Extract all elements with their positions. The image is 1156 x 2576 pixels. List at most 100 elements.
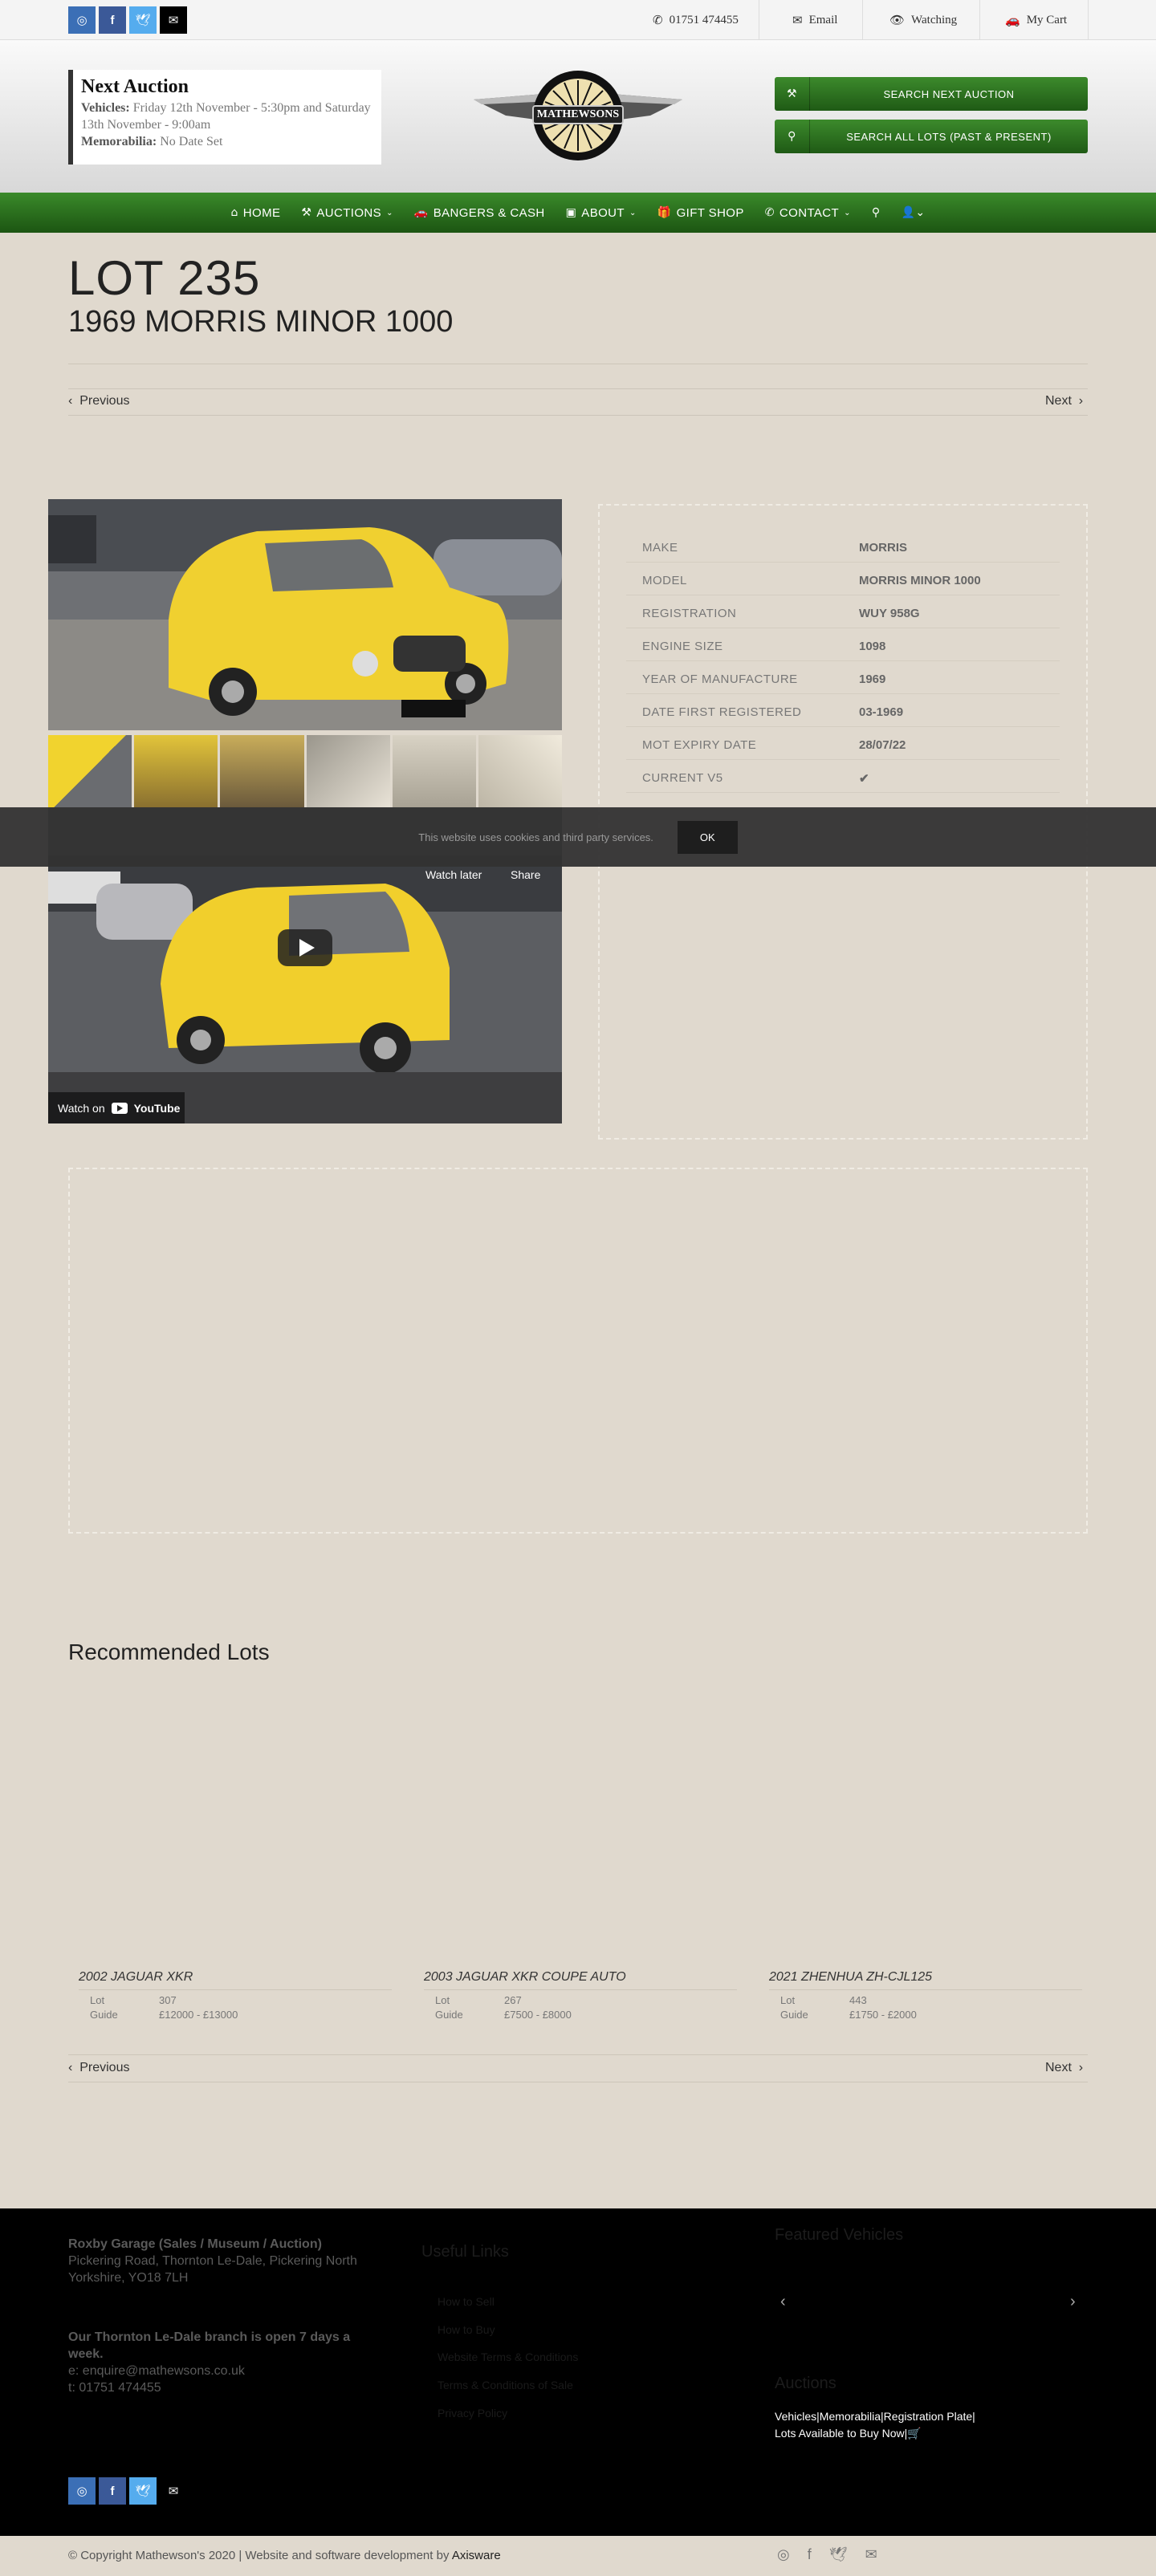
footer-email[interactable]: e: enquire@mathewsons.co.uk bbox=[68, 2363, 245, 2379]
spec-row: REGISTRATION WUY 958G bbox=[626, 595, 1060, 628]
spec-value: ✔ bbox=[859, 772, 869, 786]
watch-on-youtube-button[interactable]: Watch on YouTube bbox=[48, 1092, 185, 1123]
cookie-text: This website uses cookies and third part… bbox=[418, 831, 653, 843]
recommended-lot-title[interactable]: 2021 ZHENHUA ZH-CJL125 bbox=[769, 1970, 1082, 1990]
nav-contact[interactable]: ✆ CONTACT ⌄ bbox=[765, 206, 851, 220]
spec-row: MAKE MORRIS bbox=[626, 530, 1060, 563]
footer-link[interactable]: Privacy Policy bbox=[438, 2407, 507, 2420]
search-icon: ⚲ bbox=[775, 120, 810, 153]
next-auction-title: Next Auction bbox=[81, 76, 189, 97]
cart-icon: 🛒 bbox=[907, 2428, 922, 2440]
nav-auctions[interactable]: ⚒ AUCTIONS ⌄ bbox=[301, 206, 393, 220]
instagram-icon[interactable]: ◎ bbox=[68, 6, 96, 34]
spec-row: MODEL MORRIS MINOR 1000 bbox=[626, 563, 1060, 595]
twitter-icon[interactable]: 🕊 bbox=[129, 2477, 157, 2505]
footer-link[interactable]: How to Sell bbox=[438, 2295, 495, 2308]
eye-icon: 👁 bbox=[889, 13, 906, 27]
auctions-heading: Auctions bbox=[775, 2375, 836, 2392]
car-icon: 🚗 bbox=[1005, 13, 1020, 27]
spec-key: MOT EXPIRY DATE bbox=[642, 738, 757, 752]
footer-address: Pickering Road, Thornton Le-Dale, Picker… bbox=[68, 2254, 357, 2285]
thumbnail-image[interactable] bbox=[392, 735, 476, 807]
twitter-icon[interactable]: 🕊 bbox=[829, 2546, 848, 2563]
nav-bangers-cash[interactable]: 🚗 BANGERS & CASH bbox=[414, 206, 545, 220]
main-car-image[interactable] bbox=[48, 499, 562, 730]
spec-value: 28/07/22 bbox=[859, 738, 906, 752]
spec-row: YEAR OF MANUFACTURE 1969 bbox=[626, 661, 1060, 694]
auction-links[interactable]: Vehicles|Memorabilia|Registration Plate| bbox=[775, 2408, 975, 2425]
facebook-icon[interactable]: f bbox=[99, 2477, 126, 2505]
nav-gift-shop[interactable]: 🎁 GIFT SHOP bbox=[657, 206, 744, 220]
thumbnail-image[interactable] bbox=[478, 735, 563, 807]
car-icon: 🚗 bbox=[413, 206, 429, 219]
footer-link[interactable]: Terms & Conditions of Sale bbox=[438, 2379, 573, 2391]
recommended-lot-card[interactable]: 2002 JAGUAR XKR Lot 307 Guide £12000 - £13… bbox=[79, 1970, 392, 2022]
carousel-prev-icon[interactable]: ‹ bbox=[780, 2294, 786, 2310]
instagram-icon[interactable]: ◎ bbox=[777, 2546, 790, 2563]
facebook-icon[interactable]: f bbox=[808, 2546, 812, 2563]
spec-row: ENGINE SIZE 1098 bbox=[626, 628, 1060, 661]
phone-link[interactable]: ✆ 01751 474455 bbox=[653, 0, 739, 40]
watching-link[interactable]: 👁 Watching bbox=[889, 0, 957, 40]
previous-lot-link[interactable]: ‹ Previous bbox=[68, 394, 129, 408]
chevron-down-icon: ⌄ bbox=[844, 208, 851, 217]
next-lot-link-bottom[interactable]: Next › bbox=[1045, 2061, 1083, 2075]
next-lot-link[interactable]: Next › bbox=[1045, 394, 1083, 408]
featured-vehicles-heading: Featured Vehicles bbox=[775, 2226, 904, 2244]
nav-about[interactable]: ▣ ABOUT ⌄ bbox=[566, 206, 637, 220]
cookie-ok-button[interactable]: OK bbox=[677, 820, 738, 854]
buy-now-links[interactable]: Lots Available to Buy Now|🛒 bbox=[775, 2425, 922, 2443]
watch-later-button[interactable]: Watch later bbox=[425, 868, 482, 881]
nav-user-icon[interactable]: 👤⌄ bbox=[902, 206, 926, 219]
twitter-icon[interactable]: 🕊 bbox=[129, 6, 157, 34]
thumbnail-image[interactable] bbox=[134, 735, 218, 807]
mathewsons-logo[interactable]: MATHEWSONS bbox=[474, 69, 682, 162]
chevron-left-icon: ‹ bbox=[68, 2061, 73, 2074]
copyright-text: © Copyright Mathewson's 2020 | Website a… bbox=[68, 2549, 450, 2562]
search-next-auction-button[interactable]: ⚒ SEARCH NEXT AUCTION bbox=[775, 77, 1088, 111]
thumbnail-image[interactable] bbox=[306, 735, 390, 807]
thumbnail-image[interactable] bbox=[48, 735, 132, 807]
share-button[interactable]: Share bbox=[511, 868, 540, 881]
email-icon[interactable]: ✉ bbox=[160, 2477, 187, 2505]
instagram-icon[interactable]: ◎ bbox=[68, 2477, 96, 2505]
nav-home[interactable]: ⌂ HOME bbox=[230, 206, 280, 220]
home-icon: ⌂ bbox=[230, 206, 238, 219]
footer-phone[interactable]: t: 01751 474455 bbox=[68, 2379, 161, 2396]
spec-row: DATE FIRST REGISTERED 03-1969 bbox=[626, 694, 1060, 727]
logo-text: MATHEWSONS bbox=[536, 108, 620, 120]
search-all-lots-button[interactable]: ⚲ SEARCH ALL LOTS (PAST & PRESENT) bbox=[775, 120, 1088, 153]
axisware-link[interactable]: Axisware bbox=[452, 2549, 501, 2562]
useful-links-heading: Useful Links bbox=[421, 2243, 509, 2261]
footer-link[interactable]: How to Buy bbox=[438, 2323, 495, 2336]
memorabilia-label: Memorabilia: bbox=[81, 135, 157, 148]
nav-search-icon[interactable]: ⚲ bbox=[872, 206, 881, 219]
carousel-next-icon[interactable]: › bbox=[1070, 2294, 1076, 2310]
gavel-icon: ⚒ bbox=[301, 206, 312, 219]
cart-link[interactable]: 🚗 My Cart bbox=[1005, 0, 1067, 40]
spec-value: MORRIS bbox=[859, 541, 907, 555]
facebook-icon[interactable]: f bbox=[99, 6, 126, 34]
recommended-lot-card[interactable]: 2003 JAGUAR XKR COUPE AUTO Lot 267 Guide £… bbox=[424, 1970, 737, 2022]
spec-row: CURRENT V5 ✔ bbox=[626, 760, 1060, 793]
description-panel bbox=[68, 1168, 1088, 1534]
youtube-icon bbox=[111, 1102, 128, 1114]
recommended-lot-title[interactable]: 2002 JAGUAR XKR bbox=[79, 1970, 392, 1990]
top-bar: ◎ f 🕊 ✉ ✆ 01751 474455 ✉ Email 👁 Watching 🚗… bbox=[0, 0, 1156, 40]
recommended-lot-card[interactable]: 2021 ZHENHUA ZH-CJL125 Lot 443 Guide £1750… bbox=[769, 1970, 1082, 2022]
vehicles-label: Vehicles: bbox=[81, 101, 130, 115]
previous-lot-link-bottom[interactable]: ‹ Previous bbox=[68, 2061, 129, 2075]
phone-icon: ✆ bbox=[653, 13, 663, 27]
spec-row: MOT EXPIRY DATE 28/07/22 bbox=[626, 727, 1060, 760]
email-icon[interactable]: ✉ bbox=[160, 6, 187, 34]
chevron-left-icon: ‹ bbox=[68, 394, 73, 408]
email-link[interactable]: ✉ Email bbox=[792, 0, 837, 40]
envelope-icon: ✉ bbox=[792, 13, 803, 27]
thumbnail-image[interactable] bbox=[220, 735, 304, 807]
recommended-lot-title[interactable]: 2003 JAGUAR XKR COUPE AUTO bbox=[424, 1970, 737, 1990]
footer-link[interactable]: Website Terms & Conditions bbox=[438, 2350, 578, 2363]
lot-number: LOT 235 bbox=[68, 251, 261, 305]
spec-key: REGISTRATION bbox=[642, 607, 737, 620]
chevron-down-icon: ⌄ bbox=[629, 208, 637, 217]
email-icon[interactable]: ✉ bbox=[865, 2546, 877, 2563]
